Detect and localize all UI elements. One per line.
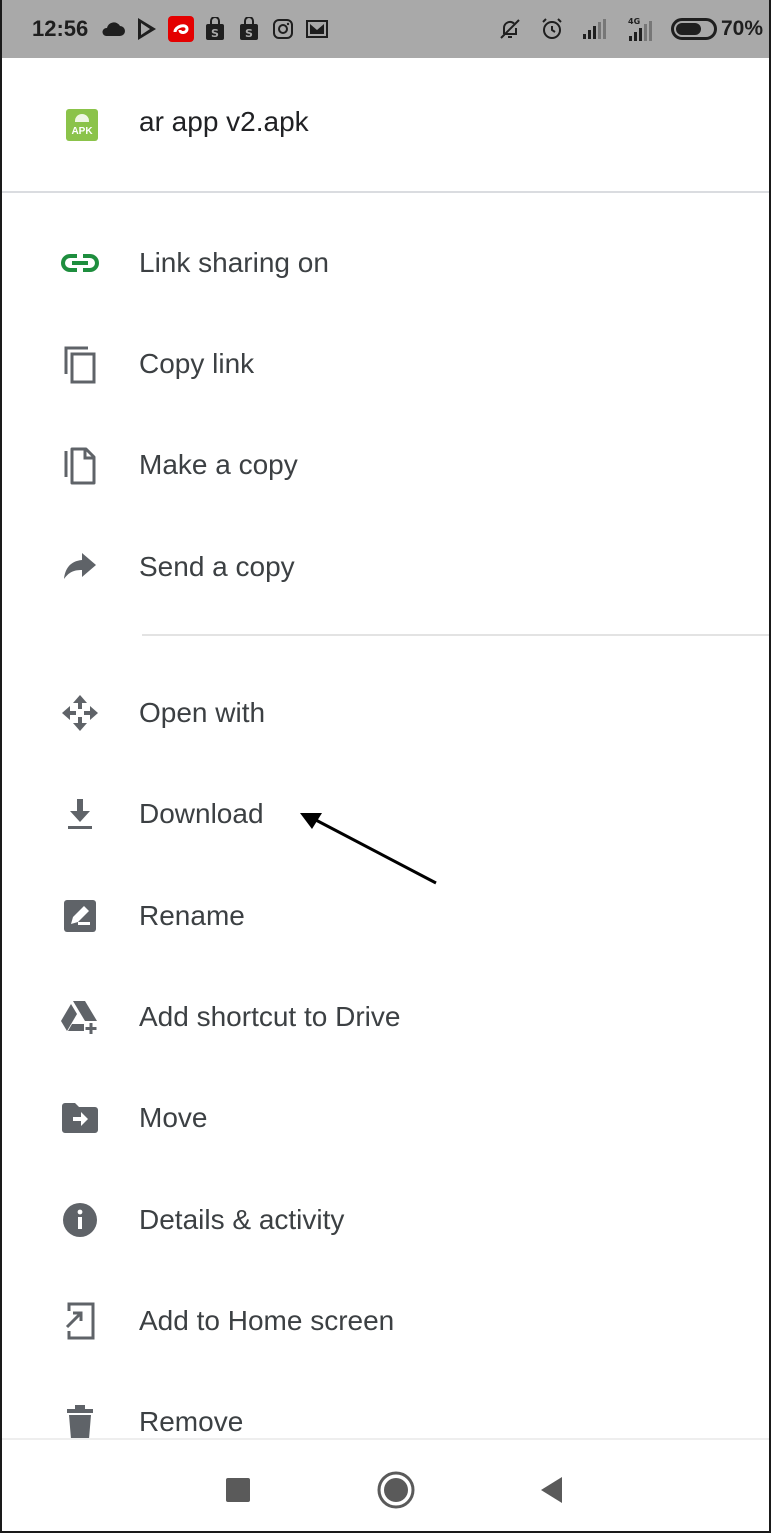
menu-item-details[interactable]: Details & activity: [2, 1180, 769, 1260]
status-time: 12:56: [32, 16, 89, 41]
open-with-icon: [58, 691, 102, 735]
annotation-arrow: [300, 813, 437, 885]
file-header: APK ar app v2.apk: [2, 58, 769, 193]
cloud-icon: [100, 16, 126, 42]
home-button[interactable]: [376, 1470, 416, 1510]
instagram-icon: [270, 16, 296, 42]
download-icon: [58, 792, 102, 836]
file-name: ar app v2.apk: [139, 106, 309, 137]
menu-item-add-home[interactable]: Add to Home screen: [2, 1281, 769, 1361]
drive-shortcut-icon: [58, 995, 102, 1039]
recents-button[interactable]: [218, 1470, 258, 1510]
back-icon: [541, 1477, 562, 1503]
link-icon: [58, 241, 102, 285]
battery-percent: 70%: [720, 17, 763, 40]
shopping-bag-icon: S: [202, 16, 228, 42]
svg-text:S: S: [245, 27, 253, 40]
rename-icon: [58, 894, 102, 938]
menu-item-copy-link[interactable]: Copy link: [2, 324, 769, 404]
menu-item-label: Make a copy: [139, 449, 298, 480]
signal-4g-icon: 4G: [623, 16, 655, 42]
nav-bar: [2, 1438, 769, 1531]
share-arrow-icon: [58, 545, 102, 589]
battery-icon: 70%: [670, 17, 763, 41]
menu-item-label: Add to Home screen: [139, 1305, 395, 1336]
menu-item-label: Open with: [139, 697, 266, 728]
file-copy-icon: [58, 443, 102, 487]
signal-icon: [581, 16, 607, 42]
menu-item-move[interactable]: Move: [2, 1078, 769, 1158]
alarm-icon: [539, 16, 565, 42]
menu-item-open-with[interactable]: Open with: [2, 673, 769, 753]
menu-item-add-shortcut[interactable]: Add shortcut to Drive: [2, 977, 769, 1057]
play-store-icon: [134, 16, 160, 42]
status-right-group: 4G 70%: [497, 0, 763, 58]
add-to-home-icon: [58, 1299, 102, 1343]
home-icon: [377, 1471, 415, 1509]
menu-item-label: Link sharing on: [139, 247, 329, 278]
menu-item-label: Rename: [139, 900, 245, 931]
apk-file-icon: APK: [66, 109, 98, 141]
menu-item-label: Remove: [139, 1406, 244, 1437]
network-label: 4G: [628, 17, 640, 26]
copy-link-icon: [58, 342, 102, 386]
menu-item-label: Download: [139, 798, 264, 829]
menu-item-label: Add shortcut to Drive: [139, 1001, 401, 1032]
move-folder-icon: [58, 1096, 102, 1140]
recents-icon: [226, 1478, 250, 1502]
menu-item-label: Details & activity: [139, 1204, 345, 1235]
menu-item-label: Copy link: [139, 348, 255, 379]
info-icon: [58, 1198, 102, 1242]
status-bar: 12:56 S S 4G 70%: [2, 0, 769, 58]
back-button[interactable]: [532, 1470, 572, 1510]
shopping-bag-icon: S: [236, 16, 262, 42]
svg-text:S: S: [211, 27, 219, 40]
airtel-icon: [168, 16, 195, 42]
menu-item-make-copy[interactable]: Make a copy: [2, 425, 769, 505]
menu-item-label: Move: [139, 1102, 208, 1133]
mute-icon: [497, 16, 523, 42]
menu-item-label: Send a copy: [139, 551, 295, 582]
phone-screen: 12:56 S S 4G 70% APK ar app v2.apk Link …: [0, 0, 771, 1533]
menu-item-send-copy[interactable]: Send a copy: [2, 527, 769, 607]
apk-icon-label: APK: [71, 126, 93, 137]
menu-divider: [142, 634, 769, 636]
menu-item-link-sharing[interactable]: Link sharing on: [2, 223, 769, 303]
gmail-icon: [304, 16, 330, 42]
